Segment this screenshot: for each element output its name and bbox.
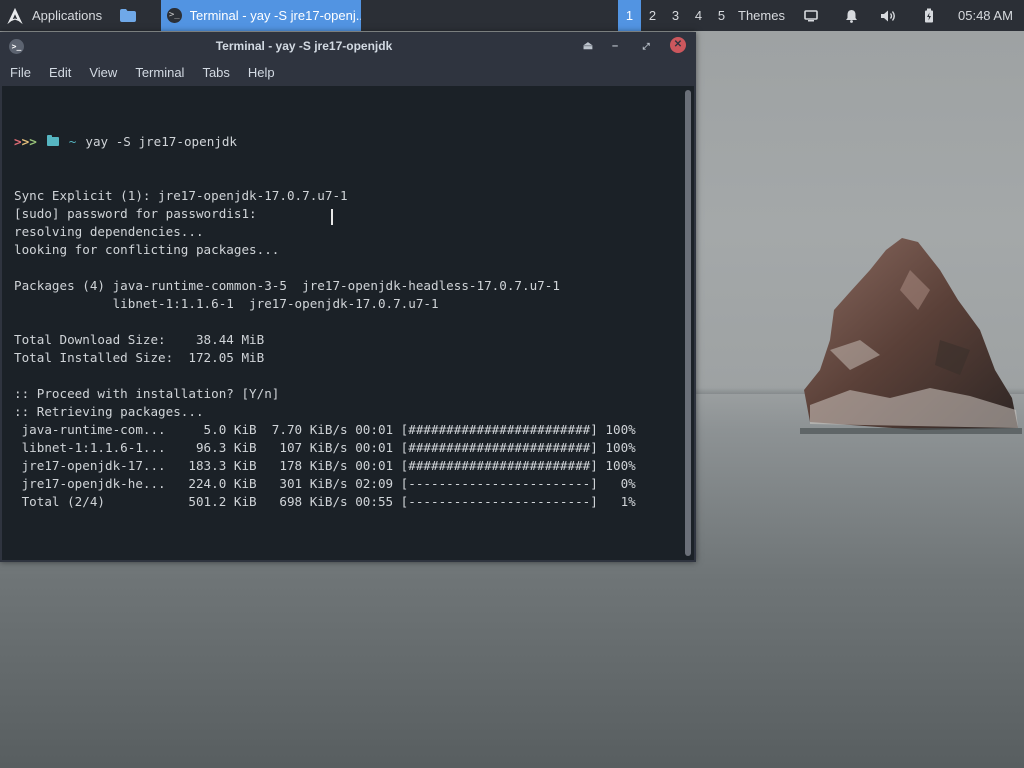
applications-menu-button[interactable]: Applications [6, 0, 102, 31]
shade-window-icon[interactable]: ⏏ [580, 38, 596, 54]
display-icon[interactable] [802, 0, 820, 31]
rock-island-image [800, 238, 1022, 434]
terminal-scrollbar[interactable] [684, 88, 692, 558]
folder-icon [46, 134, 59, 146]
menu-file[interactable]: File [0, 65, 39, 80]
notification-bell-icon[interactable] [842, 0, 860, 31]
window-title: Terminal - yay -S jre17-openjdk [215, 39, 393, 53]
terminal-menubar: File Edit View Terminal Tabs Help [0, 60, 696, 84]
minimize-window-icon[interactable]: – [607, 38, 623, 54]
workspace-1[interactable]: 1 [618, 0, 641, 31]
terminal-output-area[interactable]: >>> ~ yay -S jre17-openjdk Sync Explicit (… [2, 86, 694, 560]
volume-icon[interactable] [880, 0, 898, 31]
terminal-command: yay -S jre17-openjdk [85, 134, 238, 149]
workspace-3[interactable]: 3 [664, 0, 687, 31]
prompt-arrows: >>> [14, 134, 37, 149]
workspace-4[interactable]: 4 [687, 0, 710, 31]
prompt-line: >>> ~ yay -S jre17-openjdk [14, 133, 636, 151]
menu-terminal[interactable]: Terminal [125, 65, 192, 80]
themes-button[interactable]: Themes [738, 0, 785, 31]
terminal-output: Sync Explicit (1): jre17-openjdk-17.0.7.… [14, 188, 636, 509]
taskbar-terminal-label: Terminal - yay -S jre17-openj... [189, 8, 361, 23]
menu-tabs[interactable]: Tabs [192, 65, 237, 80]
menu-help[interactable]: Help [238, 65, 283, 80]
prompt-tilde: ~ [68, 134, 77, 149]
mouse-ibeam-cursor [331, 209, 337, 225]
terminal-app-icon: >_ [167, 8, 182, 23]
scrollbar-thumb[interactable] [685, 90, 691, 556]
top-panel: Applications >_ Terminal - yay -S jre17-… [0, 0, 1024, 31]
maximize-window-icon[interactable]: ⤢ [638, 38, 654, 54]
menu-view[interactable]: View [79, 65, 125, 80]
terminal-text: >>> ~ yay -S jre17-openjdk Sync Explicit (… [14, 97, 636, 547]
menu-edit[interactable]: Edit [39, 65, 79, 80]
workspace-switcher: 1 2 3 4 5 [618, 0, 733, 31]
close-window-icon[interactable]: ✕ [670, 37, 686, 53]
window-titlebar[interactable]: >_ Terminal - yay -S jre17-openjdk ⏏ – ⤢… [0, 32, 696, 60]
file-manager-launcher[interactable] [120, 0, 140, 31]
clock[interactable]: 05:48 AM [958, 0, 1013, 31]
arch-logo-icon [7, 7, 23, 24]
applications-label: Applications [32, 8, 103, 23]
taskbar-terminal-button[interactable]: >_ Terminal - yay -S jre17-openj... [161, 0, 361, 31]
battery-icon[interactable] [920, 0, 938, 31]
workspace-5[interactable]: 5 [710, 0, 733, 31]
workspace-2[interactable]: 2 [641, 0, 664, 31]
terminal-window: >_ Terminal - yay -S jre17-openjdk ⏏ – ⤢… [0, 32, 696, 562]
folder-icon [120, 9, 136, 22]
